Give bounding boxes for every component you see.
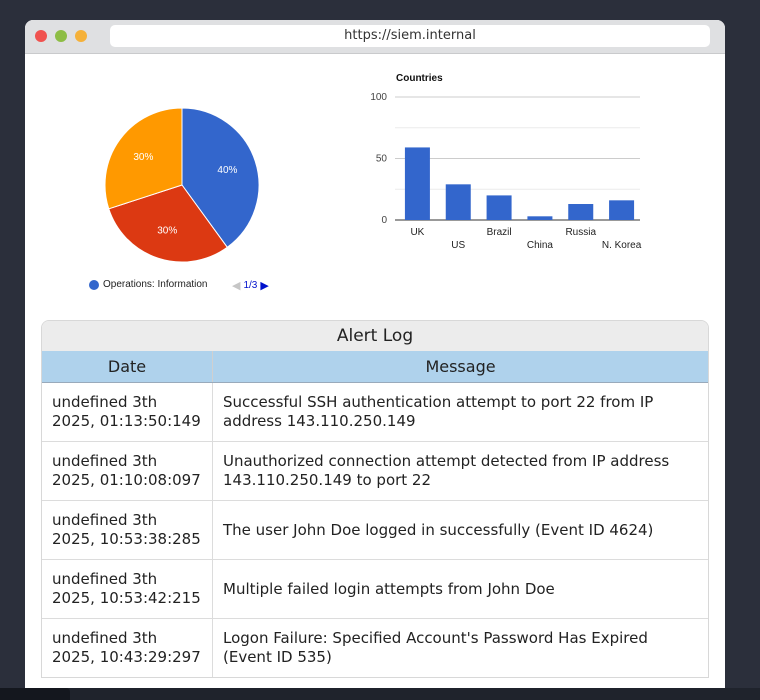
alert-log-title: Alert Log (42, 321, 708, 351)
address-bar[interactable]: https://siem.internal (110, 25, 710, 47)
bar-chart-svg: Countries 0 50 100 UK US Brazil China Russia N. K… (370, 73, 642, 251)
table-row[interactable]: undefined 3th 2025, 01:10:08:097 Unautho… (42, 441, 708, 501)
y-tick-label: 50 (376, 154, 388, 165)
taskbar (0, 688, 760, 700)
y-tick-label: 0 (381, 215, 387, 226)
minimize-window-button[interactable] (55, 30, 67, 42)
row-date: undefined 3th 2025, 01:13:50:149 (42, 382, 213, 442)
x-tick-label: UK (410, 227, 424, 238)
pie-chart: 40% 30% 30% (85, 90, 275, 284)
maximize-window-button[interactable] (75, 30, 87, 42)
taskbar-tab[interactable] (0, 688, 70, 700)
x-tick-label: Russia (565, 227, 596, 238)
row-date: undefined 3th 2025, 10:43:29:297 (42, 618, 213, 677)
table-row[interactable]: undefined 3th 2025, 10:53:38:285 The use… (42, 500, 708, 560)
bar-chart: Countries 0 50 100 UK US Brazil China Russia N. K… (355, 68, 655, 262)
legend-label: Operations: Information (103, 279, 208, 290)
row-message: The user John Doe logged in successfully… (212, 500, 708, 560)
legend-pager: ◀ 1/3 ▶ (232, 279, 269, 292)
bar[interactable] (609, 200, 635, 220)
pie-slice-label: 30% (133, 152, 153, 163)
pager-prev-icon[interactable]: ◀ (232, 279, 240, 292)
x-tick-label: China (527, 240, 554, 251)
table-row[interactable]: undefined 3th 2025, 01:13:50:149 Success… (42, 382, 708, 442)
row-message: Unauthorized connection attempt detected… (212, 441, 708, 501)
browser-window: https://siem.internal 40% 30% 30% Operatio… (25, 20, 725, 700)
title-bar: https://siem.internal (25, 20, 725, 54)
pie-slice-label: 30% (157, 225, 177, 236)
bar[interactable] (486, 195, 512, 220)
pager-next-icon[interactable]: ▶ (260, 279, 268, 292)
close-window-button[interactable] (35, 30, 47, 42)
row-date: undefined 3th 2025, 10:53:42:215 (42, 559, 213, 619)
y-tick-label: 100 (370, 92, 387, 103)
row-date: undefined 3th 2025, 10:53:38:285 (42, 500, 213, 560)
alert-log-table: Date Message undefined 3th 2025, 01:13:5… (42, 351, 708, 677)
row-date: undefined 3th 2025, 01:10:08:097 (42, 441, 213, 501)
table-row[interactable]: undefined 3th 2025, 10:53:42:215 Multipl… (42, 559, 708, 619)
row-message: Multiple failed login attempts from John… (212, 559, 708, 619)
bar[interactable] (404, 147, 430, 220)
column-header-message[interactable]: Message (212, 351, 708, 383)
bar[interactable] (445, 184, 471, 220)
pie-legend: Operations: Information (89, 279, 208, 290)
bar-chart-title: Countries (396, 73, 443, 84)
table-row[interactable]: undefined 3th 2025, 10:43:29:297 Logon F… (42, 618, 708, 677)
pie-chart-svg: 40% 30% 30% (104, 107, 260, 263)
pie-slice-label: 40% (217, 165, 237, 176)
x-tick-label: N. Korea (602, 240, 642, 251)
bar[interactable] (527, 216, 553, 220)
row-message: Logon Failure: Specified Account's Passw… (212, 618, 708, 677)
column-header-date[interactable]: Date (42, 351, 213, 383)
x-tick-label: US (451, 240, 465, 251)
table-header-row: Date Message (42, 351, 708, 383)
bar[interactable] (568, 204, 594, 220)
row-message: Successful SSH authentication attempt to… (212, 382, 708, 442)
x-tick-label: Brazil (487, 227, 512, 238)
pager-text: 1/3 (243, 280, 258, 291)
legend-swatch (89, 279, 99, 290)
alert-log-panel: Alert Log Date Message undefined 3th 202… (41, 320, 709, 678)
